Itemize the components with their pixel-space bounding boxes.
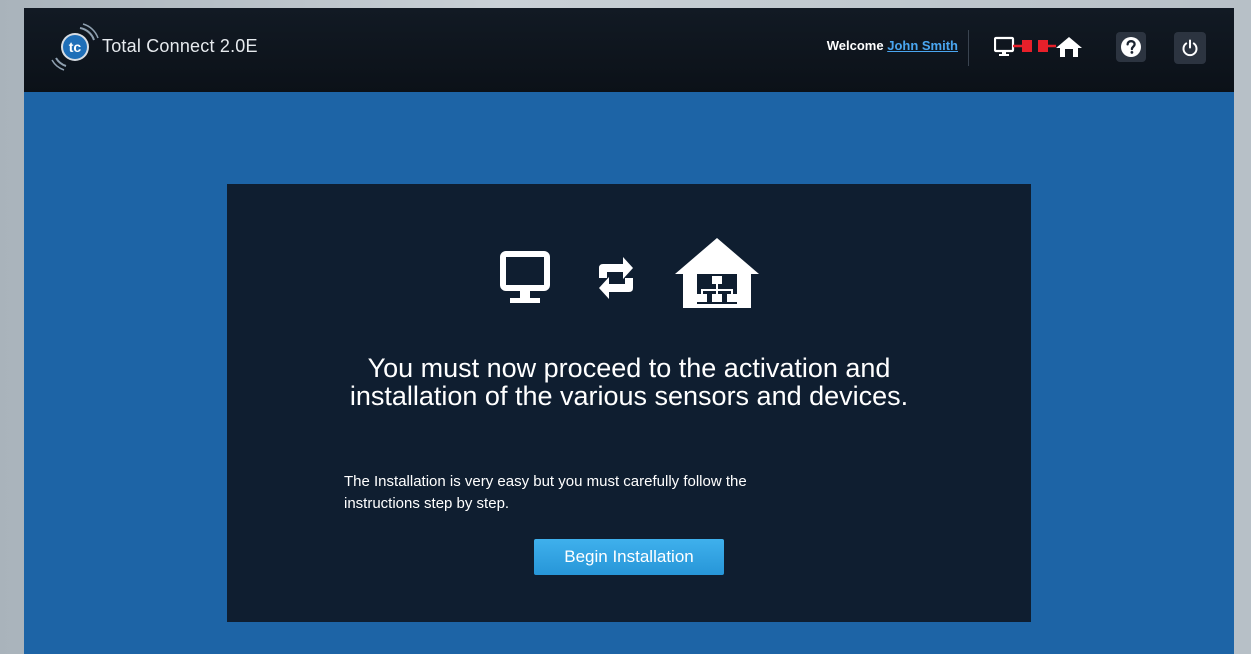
begin-installation-button[interactable]: Begin Installation [534,539,724,575]
help-icon [1121,37,1141,57]
status-monitor-icon [994,36,1015,53]
home-network-icon [675,238,759,308]
logout-button[interactable] [1174,32,1206,64]
welcome-label: Welcome [826,38,884,53]
headline-line-1: You must now proceed to the activation a… [367,353,891,383]
power-icon [1182,39,1198,57]
header-bar: tc Total Connect 2.0E Welcome John Smith [24,8,1234,92]
connection-illustration [500,238,759,308]
broken-link-left [1022,40,1032,52]
activation-headline: You must now proceed to the activation a… [227,354,1031,410]
connection-status-icon[interactable] [994,34,1090,60]
user-name-link[interactable]: John Smith [887,38,958,53]
tc-logo: tc [51,23,99,71]
status-house-icon [1056,37,1082,57]
sync-arrows-icon [599,257,633,299]
instructions-line-2: instructions step by step. [344,495,510,512]
broken-link-right [1038,40,1048,52]
welcome-message: Welcome John Smith [827,38,958,53]
app-window: tc Total Connect 2.0E Welcome John Smith [24,8,1234,654]
help-button[interactable] [1116,32,1146,62]
instructions-line-1: The Installation is very easy but you mu… [344,473,747,490]
header-divider [968,30,969,66]
installation-instructions: The Installation is very easy but you mu… [344,471,864,515]
monitor-icon [500,251,550,303]
installation-panel: You must now proceed to the activation a… [227,184,1031,622]
headline-line-2: installation of the various sensors and … [349,381,909,411]
logo-text: tc [69,39,82,55]
app-title: Total Connect 2.0E [102,36,258,56]
